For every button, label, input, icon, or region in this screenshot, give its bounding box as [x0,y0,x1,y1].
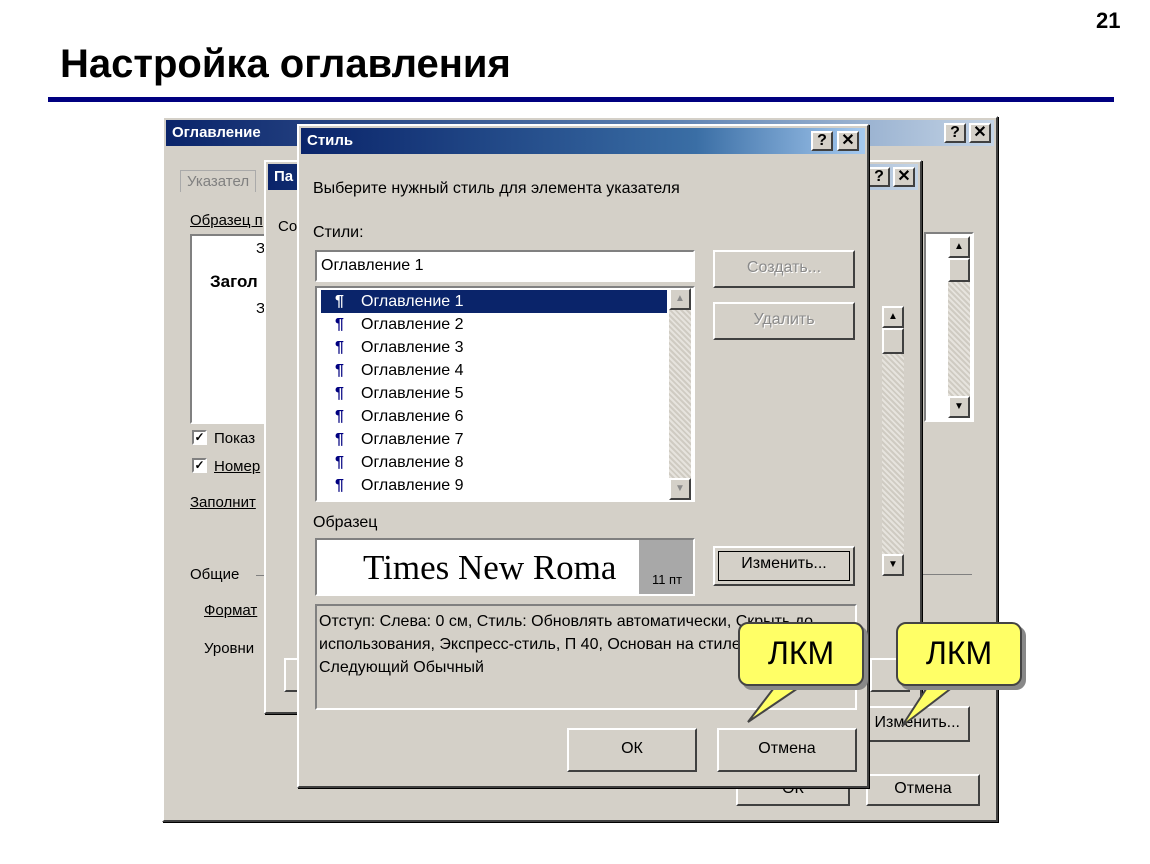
paragraph-icon: ¶ [335,385,344,402]
list-item[interactable]: ¶ Оглавление 3 [321,336,667,359]
paragraph-icon: ¶ [335,339,344,356]
list-item-label: Оглавление 9 [361,477,464,494]
list-item-label: Оглавление 6 [361,408,464,425]
paragraph-icon: ¶ [335,316,344,333]
list-item[interactable]: ¶ Оглавление 5 [321,382,667,405]
style-sample-preview: Times New Roma 11 пт [315,538,695,596]
style-prompt: Выберите нужный стиль для элемента указа… [313,180,680,197]
paragraph-icon: ¶ [335,454,344,471]
format-label: Формат [204,602,258,619]
options-scrollbar[interactable]: ▲ ▼ [882,306,904,576]
styles-label: Стили: [313,224,364,241]
font-size-badge: 11 пт [639,540,693,594]
style-dialog-title: Стиль [307,132,354,149]
scroll-up-arrow-icon[interactable]: ▲ [882,306,904,328]
close-icon[interactable]: ✕ [893,167,915,187]
toc-dialog-title: Оглавление [172,124,261,141]
list-item[interactable]: ¶ Оглавление 2 [321,313,667,336]
paragraph-icon: ¶ [335,408,344,425]
style-cancel-button[interactable]: Отмена [717,728,857,772]
list-item[interactable]: ¶ Оглавление 1 [321,290,667,313]
list-item-label: Оглавление 4 [361,362,464,379]
toc-preview-label: Образец п [190,212,263,229]
slide-title: Настройка оглавления [60,42,511,86]
paragraph-icon: ¶ [335,293,344,310]
options-dialog-title: Па [274,168,294,185]
modify-style-button[interactable]: Изменить... [852,706,970,742]
list-item-label: Оглавление 3 [361,339,464,356]
list-item[interactable]: ¶ Оглавление 6 [321,405,667,428]
general-label: Общие [190,566,240,583]
right-align-checkbox[interactable]: ✓ [192,458,207,473]
list-item-label: Оглавление 2 [361,316,464,333]
callout-lmb-1: ЛКМ [738,622,864,686]
options-label: Со [278,218,298,235]
close-icon[interactable]: ✕ [969,123,991,143]
help-icon[interactable]: ? [868,167,890,187]
close-icon[interactable]: ✕ [837,131,859,151]
paragraph-icon: ¶ [335,431,344,448]
scroll-up-arrow-icon[interactable]: ▲ [669,288,691,310]
style-dialog: Стиль ? ✕ Выберите нужный стиль для элем… [297,124,869,788]
scroll-thumb[interactable] [882,328,904,354]
show-page-numbers-label: Показ [214,430,256,447]
style-name-input[interactable]: Оглавление 1 [315,250,695,282]
paragraph-icon: ¶ [335,362,344,379]
levels-label: Уровни [204,640,255,657]
list-item-label: Оглавление 8 [361,454,464,471]
toc-cancel-button[interactable]: Отмена [866,774,980,806]
web-preview-scrollbar[interactable]: ▲ ▼ [948,236,970,418]
show-page-numbers-checkbox[interactable]: ✓ [192,430,207,445]
scroll-down-arrow-icon[interactable]: ▼ [669,478,691,500]
style-ok-button[interactable]: ОК [567,728,697,772]
styles-list[interactable]: ¶ Оглавление 1 ¶ Оглавление 2 ¶ Оглавление … [315,286,695,502]
list-item[interactable]: ¶ Оглавление 4 [321,359,667,382]
paragraph-icon: ¶ [335,477,344,494]
list-item[interactable]: ¶ Оглавление 7 [321,428,667,451]
delete-style-button[interactable]: Удалить [713,302,855,340]
scroll-down-arrow-icon[interactable]: ▼ [948,396,970,418]
help-icon[interactable]: ? [944,123,966,143]
scroll-thumb[interactable] [948,258,970,282]
list-item-label: Оглавление 5 [361,385,464,402]
help-icon[interactable]: ? [811,131,833,151]
list-item[interactable]: ¶ Оглавление 9 [321,474,667,497]
sample-font-text: Times New Roma [363,548,617,587]
list-item-label: Оглавление 7 [361,431,464,448]
style-dialog-titlebar: Стиль ? ✕ [301,128,865,154]
tab-index[interactable]: Указател [180,170,257,192]
create-style-button[interactable]: Создать... [713,250,855,288]
title-divider [48,97,1114,102]
scroll-down-arrow-icon[interactable]: ▼ [882,554,904,576]
styles-list-scrollbar[interactable]: ▲ ▼ [669,288,691,500]
callout-lmb-2: ЛКМ [896,622,1022,686]
modify-button[interactable]: Изменить... [713,546,855,586]
right-align-label: Номер [214,458,261,475]
preview-line-2: Загол [210,272,258,291]
sample-label: Образец [313,514,378,531]
fill-label: Заполнит [190,494,256,511]
list-item-label: Оглавление 1 [361,293,464,310]
scroll-up-arrow-icon[interactable]: ▲ [948,236,970,258]
list-item[interactable]: ¶ Оглавление 8 [321,451,667,474]
slide-number: 21 [1096,8,1121,33]
